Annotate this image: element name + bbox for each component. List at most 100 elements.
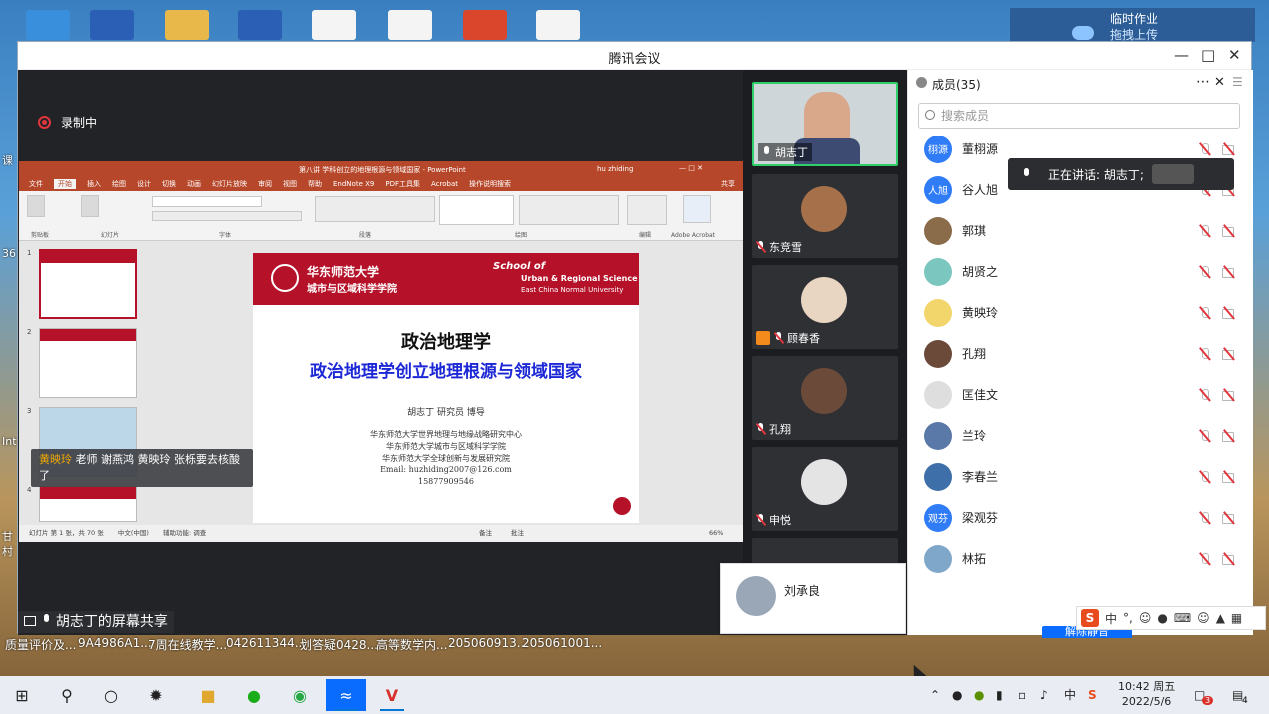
- punctuation-icon[interactable]: °,: [1123, 611, 1133, 625]
- desktop-icon-doc-2[interactable]: [388, 10, 432, 40]
- start-icon[interactable]: ⊞: [2, 679, 42, 711]
- font-box[interactable]: [152, 196, 262, 207]
- accessibility-status[interactable]: 辅助功能: 调查: [163, 529, 206, 537]
- mic-muted-icon[interactable]: [1198, 470, 1212, 483]
- slide-thumbnail[interactable]: [39, 328, 137, 398]
- wps-icon[interactable]: V: [372, 679, 412, 711]
- mic-muted-icon[interactable]: [1198, 388, 1212, 401]
- mic-muted-icon[interactable]: [1198, 142, 1212, 155]
- video-tile[interactable]: 孔翔: [752, 356, 898, 440]
- tencent-meeting-icon[interactable]: ≈: [326, 679, 366, 711]
- tray-volume-icon[interactable]: ♪: [1040, 676, 1048, 714]
- tray-network-icon[interactable]: ▫: [1018, 676, 1026, 714]
- video-tile[interactable]: 申悦: [752, 447, 898, 531]
- shapes-gallery[interactable]: [439, 195, 514, 225]
- tray-input-language[interactable]: 中: [1064, 676, 1076, 714]
- mic-muted-icon[interactable]: [1198, 552, 1212, 565]
- video-tile[interactable]: 东竞雪: [752, 174, 898, 258]
- window-titlebar[interactable]: 腾讯会议 — □ ✕: [18, 42, 1251, 70]
- skin-icon[interactable]: ▲: [1216, 611, 1225, 625]
- paste-icon[interactable]: [27, 195, 45, 217]
- ppt-tab[interactable]: 文件: [29, 179, 43, 189]
- action-center-icon[interactable]: ▤: [1232, 676, 1243, 714]
- adobe-pdf-icon[interactable]: [683, 195, 711, 223]
- ppt-tab[interactable]: 审阅: [258, 179, 272, 189]
- voice-input-icon[interactable]: ●: [1157, 611, 1167, 625]
- ppt-tab[interactable]: 视图: [283, 179, 297, 189]
- member-row[interactable]: 郭琪: [924, 210, 1244, 251]
- new-slide-icon[interactable]: [81, 195, 99, 217]
- ppt-tab[interactable]: 操作说明搜索: [469, 179, 511, 189]
- desktop-icon-doc-3[interactable]: [536, 10, 580, 40]
- camera-off-icon[interactable]: [1222, 430, 1236, 442]
- paragraph-tools[interactable]: [315, 196, 435, 222]
- ppt-tab[interactable]: 帮助: [308, 179, 322, 189]
- video-tile[interactable]: 胡志丁: [752, 82, 898, 166]
- member-row[interactable]: 观芬 梁观芬: [924, 497, 1244, 538]
- mic-muted-icon[interactable]: [1198, 429, 1212, 442]
- font-format-row[interactable]: [152, 211, 302, 221]
- member-row[interactable]: 匡佳文: [924, 374, 1244, 415]
- member-row[interactable]: 孔翔: [924, 333, 1244, 374]
- desktop-file-label[interactable]: 042611344...: [226, 636, 306, 650]
- ppt-share-button[interactable]: 共享: [721, 179, 735, 189]
- user-icon[interactable]: ☺: [1197, 611, 1210, 625]
- member-row[interactable]: 黄映玲: [924, 292, 1244, 333]
- file-explorer-icon[interactable]: ■: [188, 679, 228, 711]
- keyboard-icon[interactable]: ⌨: [1174, 611, 1191, 625]
- mic-muted-icon[interactable]: [1198, 511, 1212, 524]
- search-icon[interactable]: ⚲: [47, 679, 87, 711]
- notes-button[interactable]: 备注: [479, 525, 492, 542]
- member-row[interactable]: 胡贤之: [924, 251, 1244, 292]
- desktop-file-label[interactable]: 高等数学内...: [376, 636, 447, 653]
- ime-lang-toggle[interactable]: 中: [1105, 610, 1117, 627]
- camera-off-icon[interactable]: [1222, 307, 1236, 319]
- slide-thumbnail[interactable]: [39, 249, 137, 319]
- arrange-tools[interactable]: [519, 195, 619, 225]
- camera-off-icon[interactable]: [1222, 471, 1236, 483]
- tray-app-icon[interactable]: ●: [974, 676, 984, 714]
- floating-video-popup[interactable]: 刘承良: [720, 563, 906, 634]
- ppt-tab[interactable]: Acrobat: [431, 180, 458, 188]
- app-icon-1[interactable]: ✹: [136, 679, 176, 711]
- member-row[interactable]: 林拓: [924, 538, 1244, 576]
- ppt-tab[interactable]: 设计: [137, 179, 151, 189]
- camera-off-icon[interactable]: [1222, 225, 1236, 237]
- panel-menu-icon[interactable]: ☰: [1232, 75, 1243, 89]
- camera-off-icon[interactable]: [1222, 348, 1236, 360]
- desktop-file-label[interactable]: 205061001...: [522, 636, 602, 650]
- camera-off-icon[interactable]: [1222, 512, 1236, 524]
- clock[interactable]: 10:42 周五 2022/5/6: [1118, 679, 1175, 709]
- close-icon[interactable]: ✕: [1228, 46, 1241, 64]
- ppt-tab[interactable]: 开始: [54, 179, 76, 189]
- desktop-file-label[interactable]: 205060913...: [448, 636, 528, 650]
- desktop-file-label[interactable]: 质量评价及...: [5, 636, 76, 653]
- camera-off-icon[interactable]: [1222, 143, 1236, 155]
- notification-app-icon[interactable]: □: [1194, 676, 1205, 714]
- ppt-tab[interactable]: 绘图: [112, 179, 126, 189]
- desktop-icon-doc-1[interactable]: [312, 10, 356, 40]
- editing-tools[interactable]: [627, 195, 667, 225]
- wechat-icon[interactable]: ●: [234, 679, 274, 711]
- close-panel-icon[interactable]: ✕: [1214, 75, 1225, 90]
- camera-off-icon[interactable]: [1222, 266, 1236, 278]
- member-row[interactable]: 李春兰: [924, 456, 1244, 497]
- desktop-icon-word-1[interactable]: [90, 10, 134, 40]
- mic-muted-icon[interactable]: [1198, 224, 1212, 237]
- toolbox-icon[interactable]: ▦: [1231, 611, 1242, 625]
- video-tile[interactable]: 顾春香: [752, 265, 898, 349]
- more-icon[interactable]: ⋯: [1196, 74, 1210, 90]
- tray-overflow-icon[interactable]: ⌃: [930, 676, 940, 714]
- chat-notification[interactable]: 黄映玲 老师 谢燕鸿 黄映玲 张栎要去核酸了: [31, 449, 253, 487]
- sogou-ime-icon[interactable]: S: [1081, 609, 1099, 627]
- desktop-icon-zip[interactable]: [165, 10, 209, 40]
- zoom-level[interactable]: 66%: [709, 525, 723, 542]
- ppt-tab[interactable]: EndNote X9: [333, 180, 374, 188]
- desktop-file-label[interactable]: 7周在线教学...: [148, 636, 227, 653]
- desktop-file-label[interactable]: 9A4986A1...: [78, 636, 152, 650]
- minimize-icon[interactable]: —: [1174, 46, 1189, 64]
- desktop-icon-1[interactable]: [26, 10, 70, 40]
- desktop-icon-pdf[interactable]: [463, 10, 507, 40]
- camera-off-icon[interactable]: [1222, 389, 1236, 401]
- mic-muted-icon[interactable]: [1198, 265, 1212, 278]
